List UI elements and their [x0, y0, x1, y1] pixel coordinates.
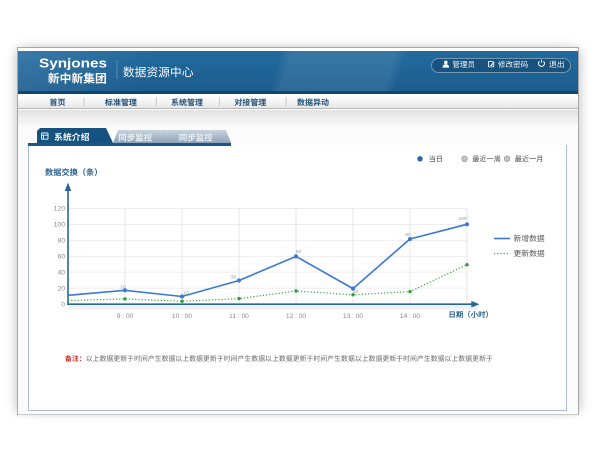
- svg-text:120: 120: [54, 206, 66, 213]
- svg-text:10: 10: [183, 291, 189, 297]
- svg-text:9 : 00: 9 : 00: [117, 313, 134, 320]
- svg-text:0: 0: [61, 302, 65, 309]
- svg-text:18: 18: [120, 284, 126, 290]
- svg-text:60: 60: [296, 249, 302, 255]
- svg-text:11 : 00: 11 : 00: [229, 313, 249, 320]
- svg-text:60: 60: [57, 254, 65, 261]
- svg-text:100: 100: [458, 216, 466, 222]
- svg-text:12 : 00: 12 : 00: [286, 313, 306, 320]
- svg-text:Synjones: Synjones: [39, 55, 107, 70]
- svg-text:80: 80: [405, 232, 411, 238]
- svg-text:20: 20: [57, 286, 65, 293]
- svg-text:13 : 00: 13 : 00: [343, 313, 363, 320]
- svg-text:35: 35: [231, 275, 237, 281]
- svg-text:10 : 00: 10 : 00: [172, 313, 192, 320]
- svg-text:10: 10: [353, 289, 359, 295]
- svg-text:80: 80: [57, 238, 65, 245]
- svg-text:40: 40: [57, 270, 65, 277]
- svg-text:100: 100: [54, 222, 66, 229]
- svg-text:14 : 00: 14 : 00: [400, 313, 420, 320]
